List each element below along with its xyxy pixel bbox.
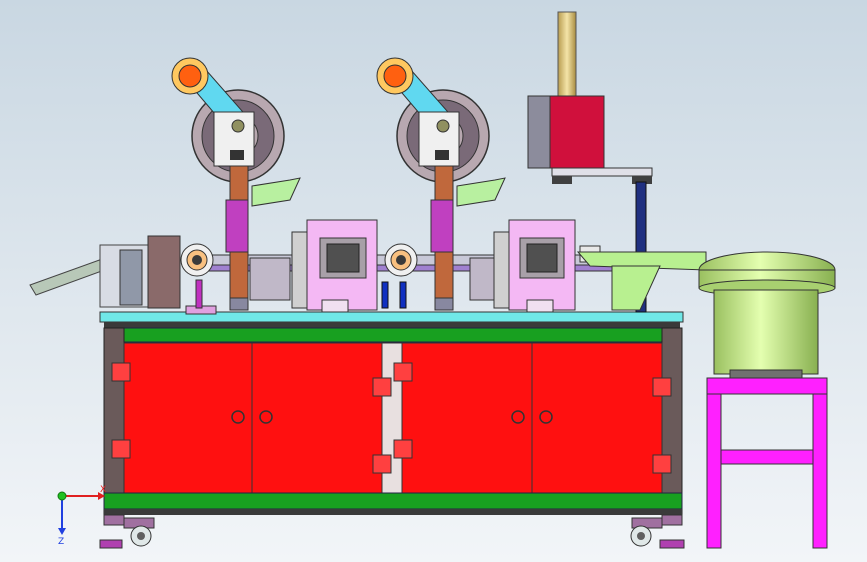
hinge [652, 377, 672, 397]
machine-frame [99, 311, 685, 549]
left-post [103, 327, 125, 519]
motor-block-1 [306, 219, 378, 313]
hinge [372, 377, 392, 397]
machine-drawing: X Z [0, 0, 867, 562]
hinge [111, 362, 131, 382]
hinge [393, 362, 413, 382]
right-post [661, 327, 683, 519]
index-wheel-1 [180, 243, 214, 277]
lower-rail [103, 492, 683, 510]
hinge [652, 454, 672, 474]
upper-rail [103, 327, 681, 343]
z-axis-label: Z [58, 537, 64, 547]
motor-block-2 [508, 219, 576, 313]
vibratory-bowl [698, 251, 836, 379]
x-axis-label: X [100, 485, 106, 495]
index-wheel-2 [384, 243, 418, 277]
hinge [372, 454, 392, 474]
hinge [393, 439, 413, 459]
cad-viewport[interactable]: X Z [0, 0, 867, 562]
hinge [111, 439, 131, 459]
